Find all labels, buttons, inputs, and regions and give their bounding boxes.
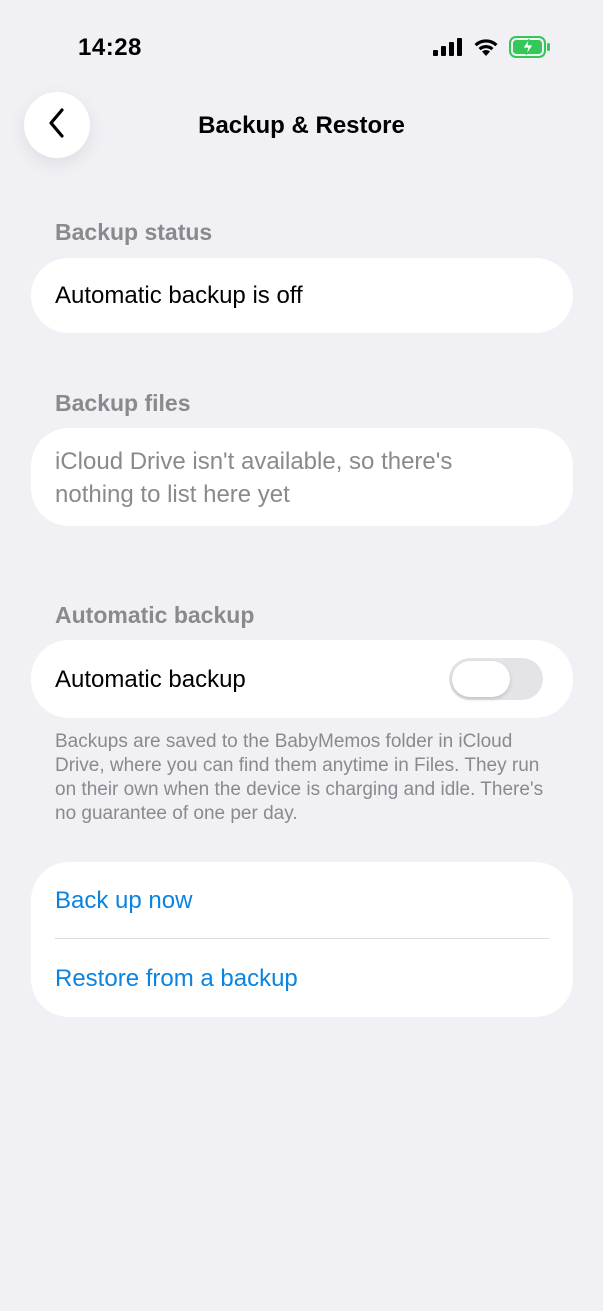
automatic-backup-label: Automatic backup (55, 666, 246, 693)
backup-status-value: Automatic backup is off (55, 282, 303, 309)
toggle-knob (452, 661, 510, 697)
back-up-now-button[interactable]: Back up now (55, 887, 192, 915)
status-icons (433, 36, 551, 63)
wifi-icon (473, 37, 499, 62)
status-time: 14:28 (78, 34, 142, 61)
battery-charging-icon (509, 36, 551, 63)
backup-status-card: Automatic backup is off (31, 258, 573, 333)
backup-files-card: iCloud Drive isn't available, so there's… (31, 428, 573, 526)
automatic-backup-toggle[interactable] (449, 658, 543, 700)
status-bar: 14:28 (0, 0, 603, 96)
backup-actions-card: Back up now Restore from a backup (31, 862, 573, 1017)
restore-from-backup-button[interactable]: Restore from a backup (55, 965, 298, 993)
signal-icon (433, 38, 463, 61)
navigation-bar: Backup & Restore (0, 92, 603, 160)
automatic-backup-header: Automatic backup (55, 602, 255, 628)
backup-files-header: Backup files (55, 390, 191, 416)
backup-status-header: Backup status (55, 219, 213, 245)
backup-files-empty-message: iCloud Drive isn't available, so there's… (55, 448, 453, 508)
page-title: Backup & Restore (198, 112, 405, 139)
actions-divider (55, 938, 549, 939)
automatic-backup-footnote: Backups are saved to the BabyMemos folde… (55, 731, 544, 824)
automatic-backup-card: Automatic backup (31, 640, 573, 718)
